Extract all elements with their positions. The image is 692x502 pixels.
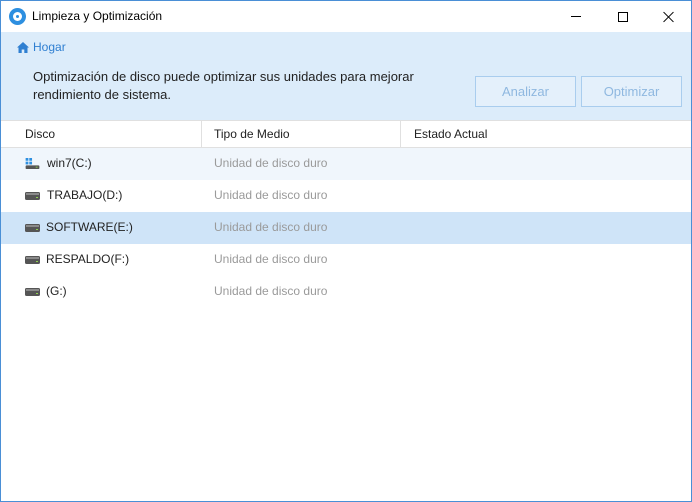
column-divider[interactable]	[201, 121, 202, 147]
breadcrumb-home[interactable]: Hogar	[17, 40, 66, 54]
column-header-disk[interactable]: Disco	[25, 121, 55, 147]
title-bar[interactable]: Limpieza y Optimización	[1, 1, 691, 32]
table-header: Disco Tipo de Medio Estado Actual	[1, 120, 691, 148]
column-header-status[interactable]: Estado Actual	[414, 121, 487, 147]
close-button[interactable]	[646, 1, 692, 32]
analyze-button[interactable]: Analizar	[475, 76, 576, 107]
media-type: Unidad de disco duro	[214, 156, 328, 170]
app-window: Limpieza y Optimización Hogar Optimizaci…	[0, 0, 692, 502]
hard-drive-icon	[25, 192, 40, 200]
disk-name: SOFTWARE(E:)	[46, 220, 133, 234]
maximize-button[interactable]	[600, 1, 646, 32]
home-icon	[17, 41, 29, 53]
window-title: Limpieza y Optimización	[32, 9, 163, 23]
optimize-button[interactable]: Optimizar	[581, 76, 682, 107]
disk-name: RESPALDO(F:)	[46, 252, 130, 266]
disk-name: (G:)	[46, 284, 67, 298]
table-row-selected[interactable]: SOFTWARE(E:) Unidad de disco duro	[1, 212, 691, 244]
disk-name: win7(C:)	[47, 156, 92, 170]
column-header-media-type[interactable]: Tipo de Medio	[214, 121, 290, 147]
maximize-icon	[618, 11, 628, 22]
disk-list: win7(C:) Unidad de disco duro TRABAJO(D:…	[1, 148, 691, 308]
hard-drive-icon	[25, 256, 40, 264]
disk-name: TRABAJO(D:)	[47, 188, 123, 202]
media-type: Unidad de disco duro	[214, 284, 328, 298]
minimize-icon	[571, 16, 581, 17]
minimize-button[interactable]	[553, 1, 599, 32]
hard-drive-icon	[25, 224, 40, 232]
app-icon	[9, 8, 26, 25]
system-drive-icon	[25, 158, 40, 169]
media-type: Unidad de disco duro	[214, 220, 328, 234]
close-icon	[663, 11, 675, 23]
hard-drive-icon	[25, 288, 40, 296]
table-row[interactable]: (G:) Unidad de disco duro	[1, 276, 691, 308]
media-type: Unidad de disco duro	[214, 188, 328, 202]
media-type: Unidad de disco duro	[214, 252, 328, 266]
description-text: Optimización de disco puede optimizar su…	[33, 69, 414, 102]
table-row[interactable]: win7(C:) Unidad de disco duro	[1, 148, 691, 180]
breadcrumb-label: Hogar	[33, 40, 66, 54]
table-row[interactable]: TRABAJO(D:) Unidad de disco duro	[1, 180, 691, 212]
info-banner: Hogar Optimización de disco puede optimi…	[1, 32, 691, 120]
table-row[interactable]: RESPALDO(F:) Unidad de disco duro	[1, 244, 691, 276]
column-divider[interactable]	[400, 121, 401, 147]
